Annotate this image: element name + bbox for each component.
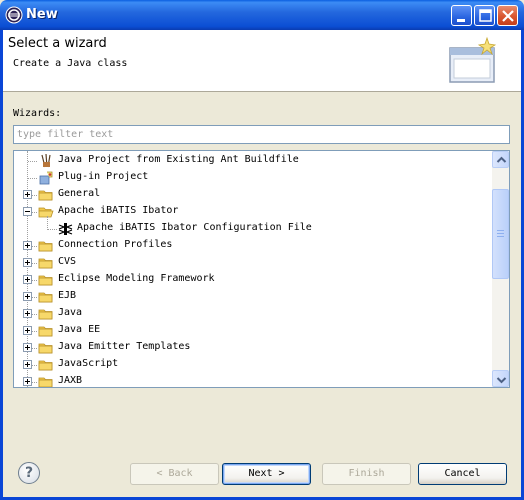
minimize-button[interactable]: [451, 5, 472, 26]
tree-item[interactable]: EJB: [14, 288, 492, 305]
window-title: New: [26, 7, 58, 22]
folder-icon: [38, 190, 53, 201]
wizard-tree-content: Java Project from Existing Ant Buildfile…: [14, 151, 492, 387]
scrollbar-grip: [497, 236, 504, 237]
tree-item[interactable]: Java: [14, 305, 492, 322]
expand-icon[interactable]: [23, 258, 32, 267]
back-button[interactable]: < Back: [130, 463, 219, 485]
folder-icon: [38, 360, 53, 371]
next-button[interactable]: Next >: [222, 463, 311, 485]
tree-item[interactable]: General: [14, 186, 492, 203]
collapse-icon[interactable]: [23, 207, 32, 216]
tree-item[interactable]: CVS: [14, 254, 492, 271]
finish-button[interactable]: Finish: [322, 463, 411, 485]
help-button[interactable]: ?: [18, 462, 40, 484]
expand-icon[interactable]: [23, 377, 32, 386]
tree-item[interactable]: Java Emitter Templates: [14, 339, 492, 356]
expand-icon[interactable]: [23, 275, 32, 284]
folder-icon: [38, 292, 53, 303]
scrollbar-thumb[interactable]: [492, 189, 509, 279]
ant-icon: [41, 153, 51, 168]
wizard-banner: Select a wizard Create a Java class: [3, 30, 521, 92]
expand-icon[interactable]: [23, 326, 32, 335]
title-bar: New: [0, 0, 524, 30]
tree-item[interactable]: Connection Profiles: [14, 237, 492, 254]
tree-guide-line: [47, 216, 48, 230]
expand-icon[interactable]: [23, 343, 32, 352]
tree-item-label: EJB: [58, 290, 77, 301]
folder-icon: [38, 275, 53, 286]
tree-guide-line: [28, 178, 37, 179]
tree-item[interactable]: Eclipse Modeling Framework: [14, 271, 492, 288]
new-wizard-banner-icon: [449, 36, 497, 83]
tree-item-label: Java EE: [58, 324, 101, 335]
tree-guide-line: [28, 161, 37, 162]
folder-icon: [38, 343, 53, 354]
folder-icon: [38, 326, 53, 337]
tree-item-label: JAXB: [58, 375, 83, 386]
tree-item[interactable]: Java EE: [14, 322, 492, 339]
close-icon: [502, 10, 514, 22]
maximize-button[interactable]: [474, 5, 495, 26]
expand-icon[interactable]: [23, 360, 32, 369]
cancel-button[interactable]: Cancel: [418, 463, 507, 485]
wizards-label: Wizards:: [13, 108, 62, 119]
folder-open-icon: [38, 207, 54, 218]
tree-item-label: Eclipse Modeling Framework: [58, 273, 215, 284]
maximize-icon: [479, 9, 492, 22]
tree-item-label: Connection Profiles: [58, 239, 173, 250]
folder-icon: [38, 377, 53, 387]
tree-item-label: General: [58, 188, 101, 199]
tree-item-label: Plug-in Project: [58, 171, 149, 182]
scroll-down-button[interactable]: [492, 370, 509, 387]
tree-item[interactable]: Plug-in Project: [14, 169, 492, 186]
filter-input[interactable]: [13, 125, 510, 144]
wizard-tree[interactable]: Java Project from Existing Ant Buildfile…: [13, 150, 510, 388]
window-frame-left: [0, 30, 3, 500]
scrollbar-grip: [497, 233, 504, 234]
tree-item-label: Java Project from Existing Ant Buildfile: [58, 154, 299, 165]
tree-item[interactable]: Apache iBATIS Ibator Configuration File: [14, 220, 492, 237]
banner-description: Create a Java class: [13, 58, 128, 69]
tree-item[interactable]: JAXB: [14, 373, 492, 387]
tree-item-label: JavaScript: [58, 358, 119, 369]
folder-icon: [38, 241, 53, 252]
plugin-project-icon: [39, 171, 53, 185]
minimize-icon: [457, 19, 465, 22]
folder-icon: [38, 258, 53, 269]
scrollbar-grip: [497, 230, 504, 231]
eclipse-app-icon: [5, 6, 23, 24]
folder-icon: [38, 309, 53, 320]
vertical-scrollbar[interactable]: [492, 151, 509, 387]
ibator-file-icon: [58, 223, 73, 235]
tree-item[interactable]: Apache iBATIS Ibator: [14, 203, 492, 220]
tree-item-label: Java Emitter Templates: [58, 341, 191, 352]
tree-item-label: Apache iBATIS Ibator Configuration File: [77, 222, 312, 233]
tree-guide-line: [47, 229, 57, 230]
chevron-up-icon: [496, 156, 507, 163]
tree-item-label: Apache iBATIS Ibator: [58, 205, 179, 216]
expand-icon[interactable]: [23, 190, 32, 199]
chevron-down-icon: [496, 377, 507, 384]
tree-item-label: Java: [58, 307, 83, 318]
scroll-up-button[interactable]: [492, 151, 509, 168]
banner-title: Select a wizard: [8, 36, 107, 51]
expand-icon[interactable]: [23, 241, 32, 250]
help-icon: ?: [25, 465, 34, 481]
expand-icon[interactable]: [23, 309, 32, 318]
close-button[interactable]: [497, 5, 518, 26]
tree-item[interactable]: Java Project from Existing Ant Buildfile: [14, 152, 492, 169]
tree-item[interactable]: JavaScript: [14, 356, 492, 373]
expand-icon[interactable]: [23, 292, 32, 301]
tree-item-label: CVS: [58, 256, 77, 267]
